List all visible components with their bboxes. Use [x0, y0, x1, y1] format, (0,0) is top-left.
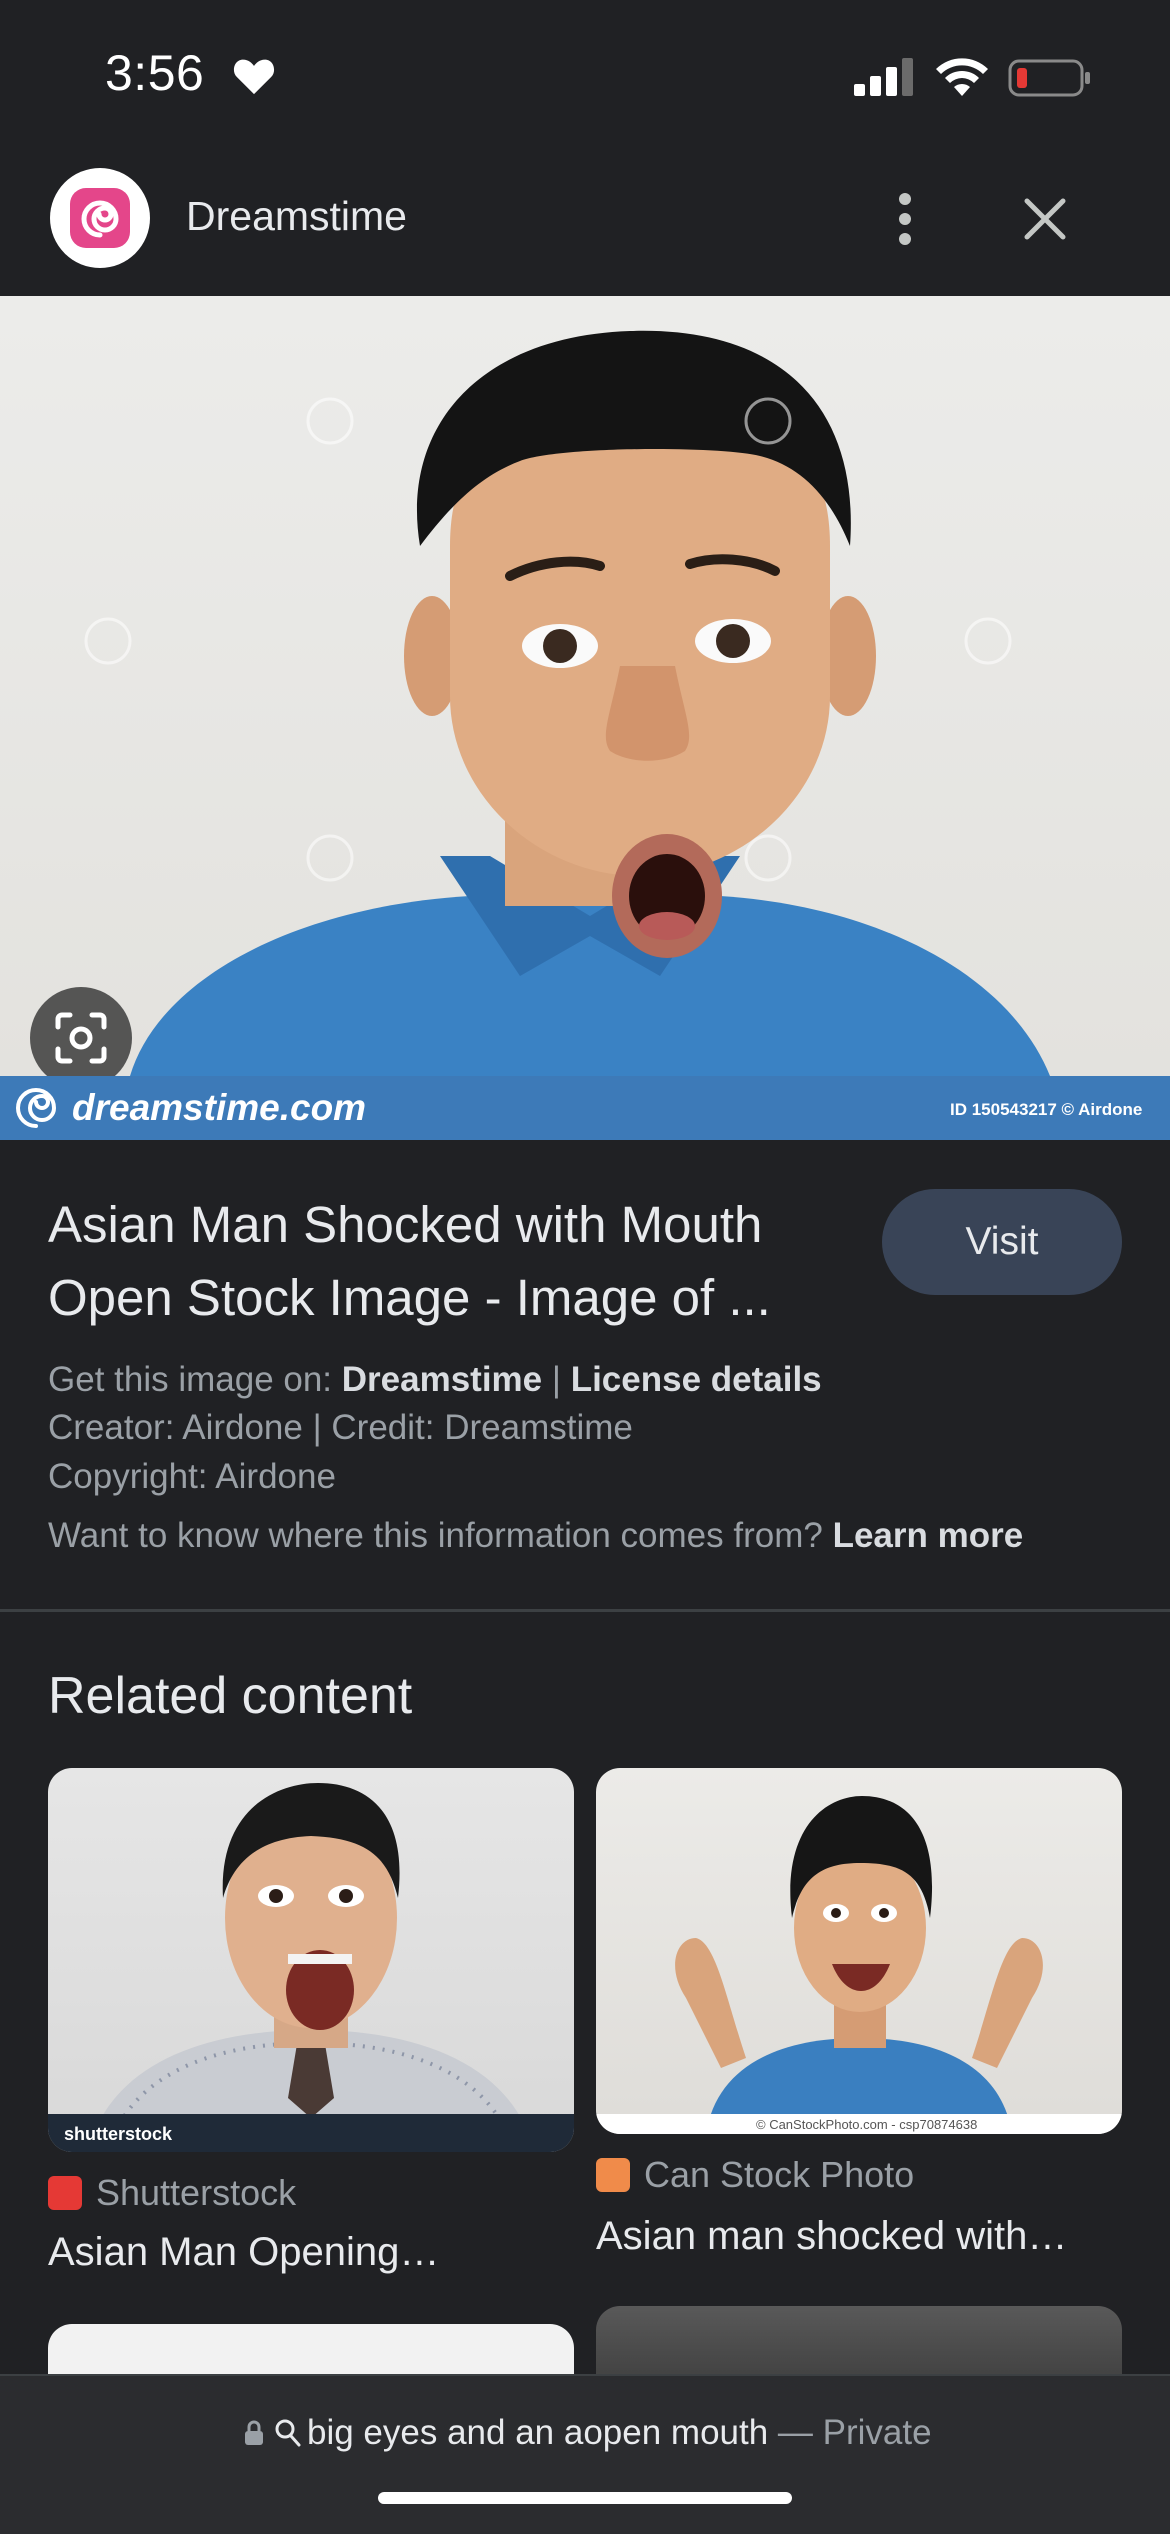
get-image-line: Get this image on: Dreamstime | License …: [48, 1360, 822, 1400]
related-title-1[interactable]: Asian Man Opening…: [48, 2230, 439, 2275]
address-text[interactable]: big eyes and an aopen mouth — Private: [307, 2413, 932, 2453]
get-image-site-link[interactable]: Dreamstime: [342, 1360, 542, 1399]
shocked-man-photo: [84, 330, 1050, 1076]
shutterstock-photo: shutterstock: [48, 1783, 574, 2152]
info-source-line: Want to know where this information come…: [48, 1516, 1023, 1556]
close-icon: [1024, 198, 1066, 240]
visit-button[interactable]: Visit: [882, 1189, 1122, 1295]
lens-icon: [55, 1012, 107, 1064]
related-source-2: Can Stock Photo: [644, 2154, 915, 2195]
separator: |: [542, 1360, 571, 1399]
heart-icon: [233, 59, 275, 95]
copyright-line: Copyright: Airdone: [48, 1457, 336, 1496]
address-bar[interactable]: [0, 2374, 1170, 2534]
banner-image-id: ID 150543217 © Airdone: [950, 1100, 1143, 1119]
thumbnail-1-watermark: shutterstock: [64, 2124, 173, 2144]
related-content-heading: Related content: [48, 1667, 413, 1725]
search-query: big eyes and an aopen mouth: [307, 2413, 769, 2452]
canstock-photo: © CanStockPhoto.com - csp70874638: [596, 1796, 1122, 2134]
result-title[interactable]: Asian Man Shocked with Mouth Open Stock …: [48, 1188, 868, 1334]
info-question: Want to know where this information come…: [48, 1516, 833, 1555]
canstockphoto-icon: [596, 2158, 630, 2192]
search-icon: [275, 2419, 301, 2447]
more-vertical-icon: [899, 193, 911, 245]
license-details-link[interactable]: License details: [571, 1360, 822, 1399]
main-image[interactable]: [0, 296, 1170, 1076]
address-dash: —: [768, 2413, 823, 2452]
status-time: 3:56: [105, 45, 205, 101]
visual-search-button[interactable]: [30, 987, 132, 1089]
dreamstime-swirl-logo-icon: [70, 188, 130, 248]
section-divider: [0, 1609, 1170, 1612]
related-thumbnail-2[interactable]: © CanStockPhoto.com - csp70874638: [596, 1768, 1122, 2134]
site-name: Dreamstime: [186, 193, 407, 239]
signal-icon: [854, 58, 913, 96]
site-logo[interactable]: [50, 168, 150, 268]
get-image-prefix: Get this image on:: [48, 1360, 342, 1399]
more-options-button[interactable]: [870, 184, 940, 254]
thumbnail-2-watermark: © CanStockPhoto.com - csp70874638: [756, 2117, 977, 2132]
wifi-icon: [936, 58, 988, 96]
shutterstock-icon: [48, 2176, 82, 2210]
home-indicator[interactable]: [378, 2492, 792, 2504]
battery-icon: [1008, 59, 1090, 97]
dreamstime-swirl-icon: [16, 1088, 57, 1128]
banner-brand: dreamstime.com: [72, 1087, 367, 1128]
private-mode-label: Private: [822, 2413, 932, 2452]
related-source-1: Shutterstock: [96, 2172, 297, 2213]
learn-more-link[interactable]: Learn more: [833, 1516, 1024, 1555]
close-button[interactable]: [1010, 184, 1080, 254]
creator-line: Creator: Airdone | Credit: Dreamstime: [48, 1408, 633, 1447]
related-thumbnail-1[interactable]: shutterstock: [48, 1768, 574, 2152]
lock-icon: [245, 2420, 263, 2445]
related-title-2[interactable]: Asian man shocked with…: [596, 2214, 1067, 2259]
